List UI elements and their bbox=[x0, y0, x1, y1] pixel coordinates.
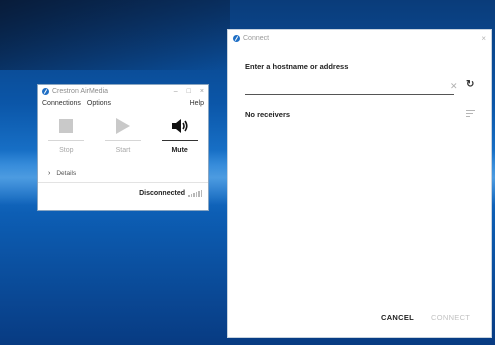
airmedia-controls: Stop Start Mute bbox=[38, 109, 208, 167]
airmedia-menubar: Connections Options Help bbox=[38, 98, 208, 109]
desktop-background-shade bbox=[0, 0, 230, 70]
connection-status: Disconnected bbox=[38, 183, 208, 203]
maximize-button[interactable]: □ bbox=[187, 88, 191, 95]
airmedia-window: Crestron AirMedia – □ × Connections Opti… bbox=[37, 84, 209, 211]
start-button[interactable]: Start bbox=[103, 115, 143, 167]
clear-icon[interactable]: ✕ bbox=[450, 81, 458, 92]
crestron-logo-icon bbox=[233, 34, 240, 42]
menu-connections[interactable]: Connections bbox=[42, 100, 81, 107]
mute-label: Mute bbox=[171, 147, 188, 154]
minimize-button[interactable]: – bbox=[174, 88, 178, 95]
stop-label: Stop bbox=[59, 147, 74, 154]
connect-dialog: Connect × Enter a hostname or address ✕ … bbox=[227, 29, 492, 338]
play-icon bbox=[115, 118, 130, 134]
stop-button[interactable]: Stop bbox=[46, 115, 86, 167]
status-text: Disconnected bbox=[139, 189, 185, 197]
menu-options[interactable]: Options bbox=[87, 100, 111, 107]
airmedia-title: Crestron AirMedia bbox=[52, 88, 109, 95]
hostname-input[interactable] bbox=[245, 79, 454, 95]
speaker-icon bbox=[171, 119, 188, 133]
receivers-label: No receivers bbox=[245, 110, 291, 119]
mute-button[interactable]: Mute bbox=[160, 115, 200, 167]
hostname-prompt: Enter a hostname or address bbox=[245, 62, 349, 71]
details-label: Details bbox=[56, 170, 77, 177]
sort-icon[interactable] bbox=[466, 110, 475, 119]
airmedia-titlebar: Crestron AirMedia – □ × bbox=[38, 85, 208, 98]
airmedia-window-controls: – □ × bbox=[174, 88, 204, 95]
signal-strength-icon bbox=[188, 189, 202, 197]
start-label: Start bbox=[115, 147, 131, 154]
crestron-logo-icon bbox=[42, 88, 49, 95]
refresh-icon[interactable]: ↻ bbox=[466, 79, 474, 90]
cancel-button[interactable]: CANCEL bbox=[381, 313, 414, 322]
menu-help[interactable]: Help bbox=[190, 100, 204, 107]
connect-titlebar: Connect × bbox=[228, 30, 491, 46]
connect-title: Connect bbox=[243, 34, 270, 42]
details-expander[interactable]: › Details bbox=[38, 167, 208, 180]
stop-icon bbox=[59, 119, 74, 133]
close-button[interactable]: × bbox=[200, 88, 204, 95]
connect-button[interactable]: CONNECT bbox=[431, 313, 470, 322]
close-button[interactable]: × bbox=[481, 34, 486, 43]
chevron-right-icon: › bbox=[48, 170, 51, 177]
